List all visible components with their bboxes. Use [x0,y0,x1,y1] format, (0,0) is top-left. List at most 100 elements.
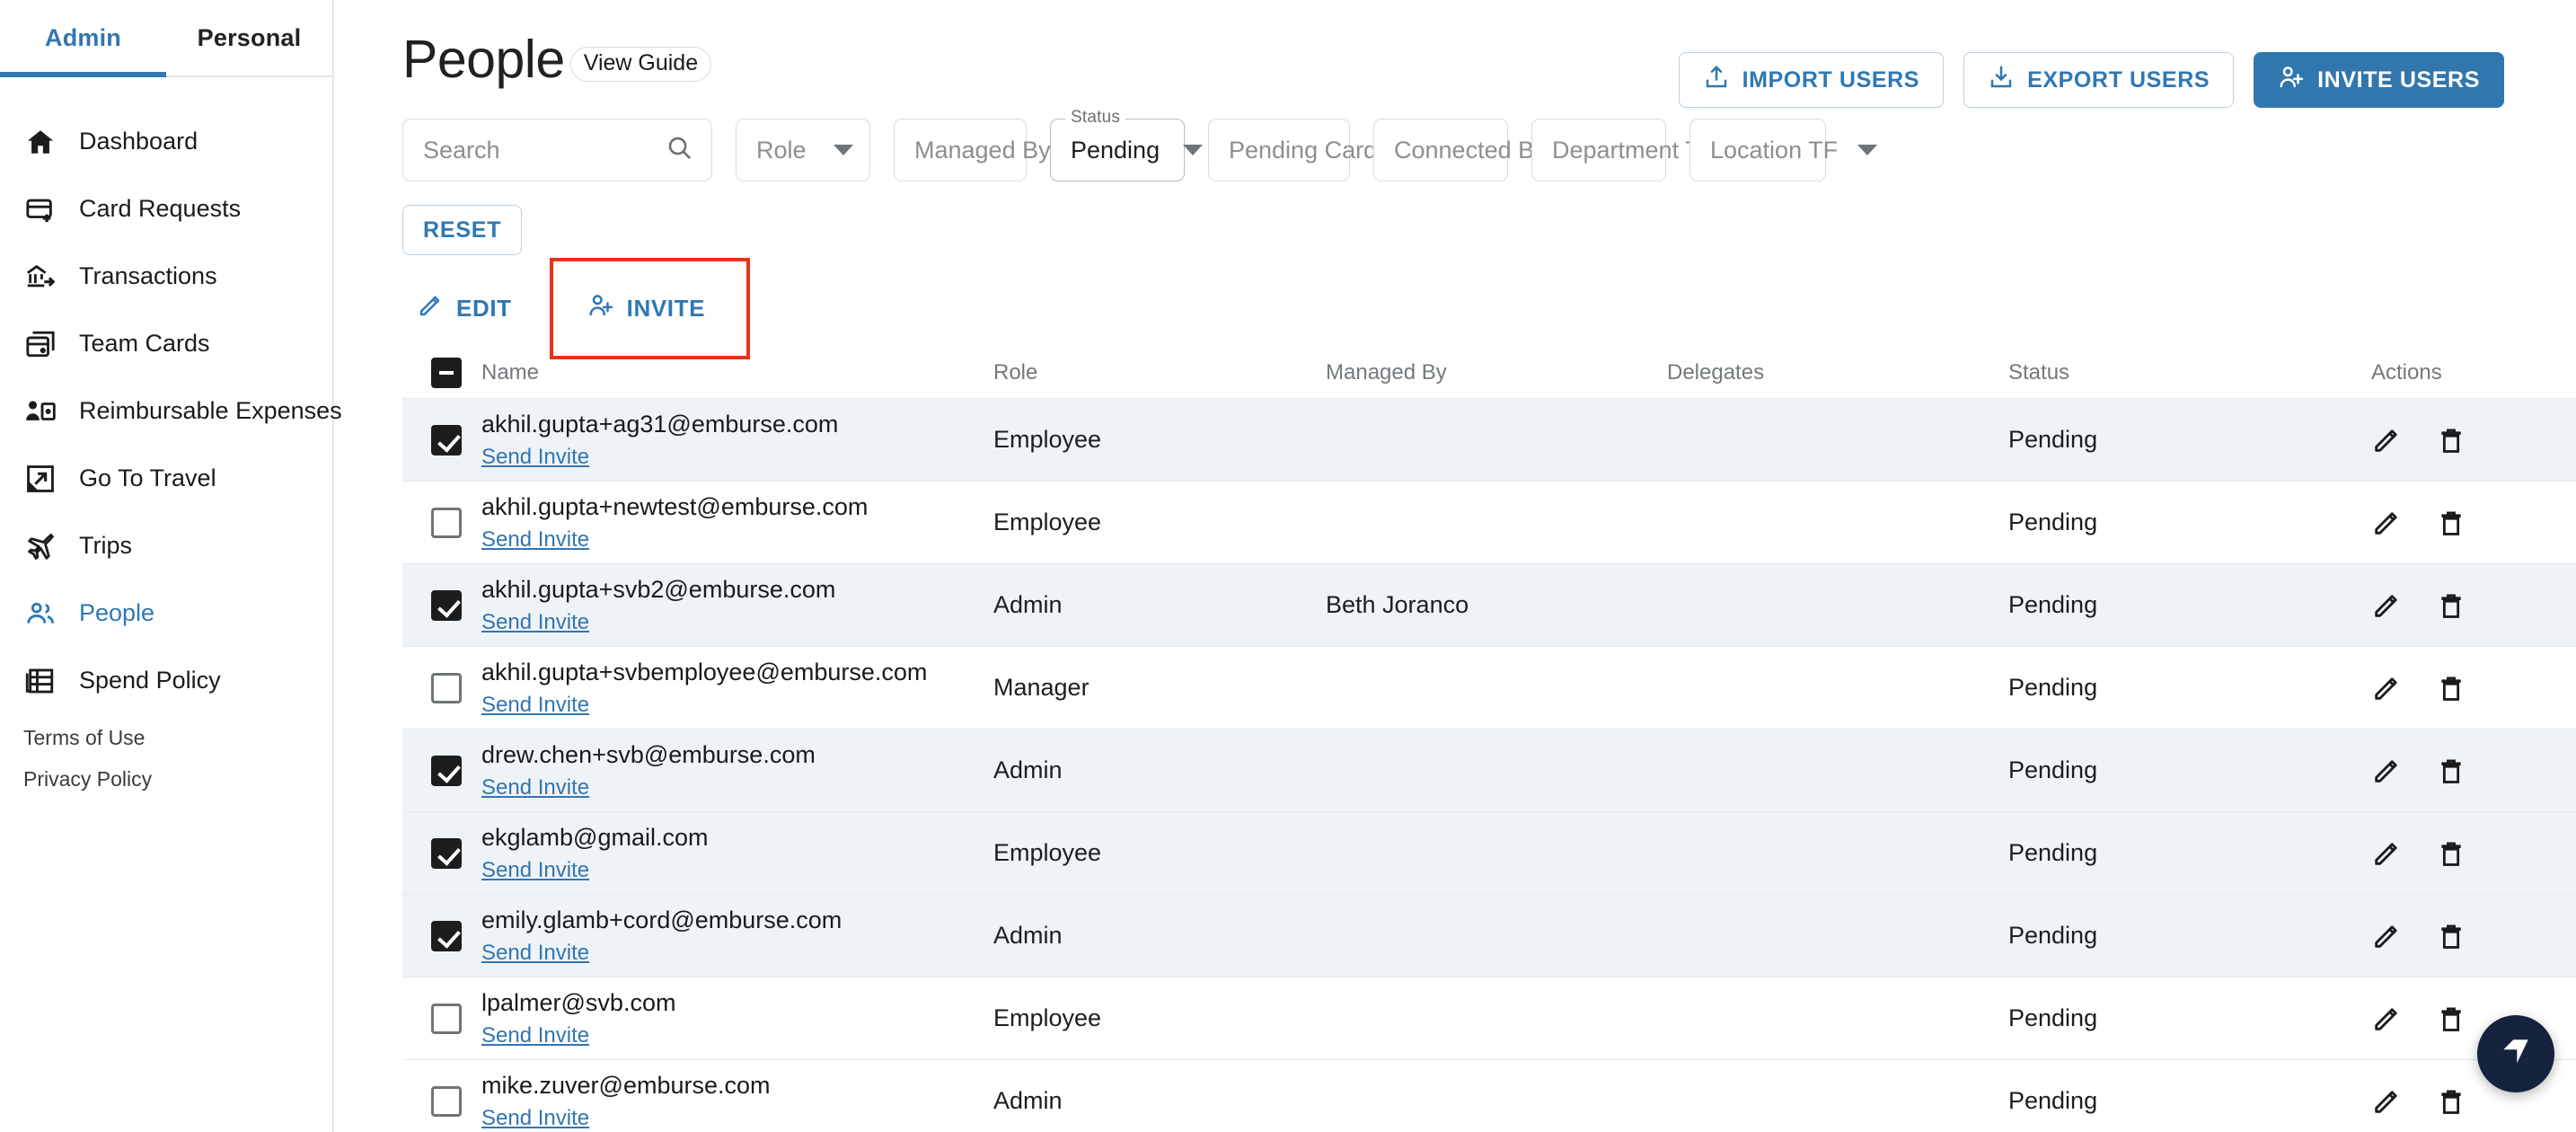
checkbox-checked-icon [431,837,462,869]
column-header-managed-by[interactable]: Managed By [1326,360,1667,385]
delete-row-icon[interactable] [2436,1086,2466,1117]
sidebar-item-transactions[interactable]: Transactions [0,243,332,310]
send-invite-link[interactable]: Send Invite [481,941,589,966]
edit-button[interactable]: EDIT [402,281,526,336]
reset-button[interactable]: RESET [402,205,523,255]
search-icon [666,134,693,166]
card-plus-icon [23,192,57,226]
download-icon [1988,64,2015,97]
row-checkbox[interactable] [402,1085,481,1117]
row-actions [2368,1086,2576,1117]
delete-row-icon[interactable] [2436,1004,2466,1034]
edit-row-icon[interactable] [2371,673,2402,703]
table-row[interactable]: lpalmer@svb.com Send Invite Employee Pendin… [402,977,2576,1060]
row-checkbox[interactable] [402,589,481,621]
send-invite-link[interactable]: Send Invite [481,693,589,718]
table-row[interactable]: mike.zuver@emburse.com Send Invite Admin Pe… [402,1060,2576,1132]
column-header-delegates[interactable]: Delegates [1667,360,2008,385]
delete-row-icon[interactable] [2436,756,2466,786]
row-name-cell: akhil.gupta+ag31@emburse.com Send Invite [481,410,993,471]
row-name-cell: drew.chen+svb@emburse.com Send Invite [481,740,993,801]
view-guide-button[interactable]: View Guide [569,47,712,82]
import-users-button[interactable]: IMPORT USERS [1678,52,1945,108]
status-filter[interactable]: Status Pending [1050,108,1204,181]
delete-row-icon[interactable] [2436,838,2466,869]
invite-users-button[interactable]: INVITE USERS [2254,52,2504,108]
chevron-down-icon [834,145,853,155]
location-tf-filter[interactable]: Location TF [1689,119,1878,181]
send-invite-link[interactable]: Send Invite [481,445,589,470]
table-row[interactable]: akhil.gupta+newtest@emburse.com Send Invi… [402,482,2576,564]
row-checkbox[interactable] [402,672,481,703]
edit-row-icon[interactable] [2371,1086,2402,1117]
table-row[interactable]: akhil.gupta+svb2@emburse.com Send Invite A… [402,564,2576,647]
sidebar-item-go-to-travel[interactable]: Go To Travel [0,445,332,512]
send-invite-link[interactable]: Send Invite [481,1106,589,1131]
row-checkbox[interactable] [402,507,481,538]
row-checkbox[interactable] [402,837,481,869]
send-invite-link[interactable]: Send Invite [481,775,589,800]
column-header-name[interactable]: Name [481,360,993,385]
role-filter[interactable]: Role [736,119,870,181]
edit-row-icon[interactable] [2371,590,2402,621]
send-invite-link[interactable]: Send Invite [481,610,589,635]
send-invite-link[interactable]: Send Invite [481,858,589,883]
delete-row-icon[interactable] [2436,673,2466,703]
table-row[interactable]: drew.chen+svb@emburse.com Send Invite Admi… [402,730,2576,812]
edit-row-icon[interactable] [2371,1004,2402,1034]
sidebar-item-team-cards-label: Team Cards [79,330,210,357]
pending-cards-filter[interactable]: Pending Cards [1208,119,1418,181]
edit-row-icon[interactable] [2371,838,2402,869]
tab-personal[interactable]: Personal [166,0,332,75]
checkbox-checked-icon [431,589,462,621]
delete-row-icon[interactable] [2436,425,2466,455]
row-checkbox[interactable] [402,920,481,951]
sidebar-tabbar: Admin Personal [0,0,332,77]
sidebar-item-people[interactable]: People [0,579,332,647]
send-invite-link[interactable]: Send Invite [481,527,589,553]
privacy-policy-link[interactable]: Privacy Policy [23,767,152,792]
row-actions [2368,425,2576,455]
send-invite-link[interactable]: Send Invite [481,1023,589,1048]
external-link-icon [23,462,57,496]
export-users-button[interactable]: EXPORT USERS [1963,52,2235,108]
select-all-checkbox[interactable] [402,357,481,388]
tab-admin[interactable]: Admin [0,0,166,77]
invite-button[interactable]: INVITE [573,281,719,336]
policy-list-icon [23,664,57,698]
edit-row-icon[interactable] [2371,756,2402,786]
sidebar-item-trips[interactable]: Trips [0,512,332,579]
table-row[interactable]: emily.glamb+cord@emburse.com Send Invite A… [402,895,2576,977]
sidebar-item-team-cards[interactable]: Team Cards [0,310,332,377]
sidebar-item-card-requests[interactable]: Card Requests [0,175,332,243]
table-row[interactable]: akhil.gupta+ag31@emburse.com Send Invite E… [402,399,2576,482]
edit-row-icon[interactable] [2371,508,2402,538]
managed-by-filter[interactable]: Managed By [894,119,1094,181]
row-checkbox[interactable] [402,424,481,455]
sidebar-item-dashboard[interactable]: Dashboard [0,108,332,175]
checkbox-indeterminate-icon [431,357,462,388]
sidebar-item-reimbursable-expenses[interactable]: Reimbursable Expenses [0,377,342,445]
department-tf-filter[interactable]: Department TF [1531,119,1744,181]
delete-row-icon[interactable] [2436,508,2466,538]
row-checkbox[interactable] [402,1003,481,1034]
row-checkbox[interactable] [402,755,481,786]
search-input[interactable]: Search [402,119,712,181]
sidebar: Admin Personal Dashboard Card Requests T… [0,0,342,1132]
table-row[interactable]: ekglamb@gmail.com Send Invite Employee Pend… [402,812,2576,895]
row-name-cell: akhil.gupta+svb2@emburse.com Send Invite [481,575,993,636]
edit-row-icon[interactable] [2371,425,2402,455]
connected-bank-filter[interactable]: Connected Bank [1373,119,1597,181]
terms-of-use-link[interactable]: Terms of Use [23,726,152,750]
table-row[interactable]: akhil.gupta+svbemployee@emburse.com Send … [402,647,2576,730]
chat-button[interactable] [2477,1015,2554,1092]
chat-bubble-icon [2496,1032,2536,1076]
column-header-status[interactable]: Status [2008,360,2368,385]
import-users-label: IMPORT USERS [1742,66,1920,93]
sidebar-item-spend-policy[interactable]: Spend Policy [0,647,332,714]
delete-row-icon[interactable] [2436,921,2466,951]
bank-transfer-icon [23,260,57,294]
column-header-role[interactable]: Role [993,360,1326,385]
delete-row-icon[interactable] [2436,590,2466,621]
edit-row-icon[interactable] [2371,921,2402,951]
